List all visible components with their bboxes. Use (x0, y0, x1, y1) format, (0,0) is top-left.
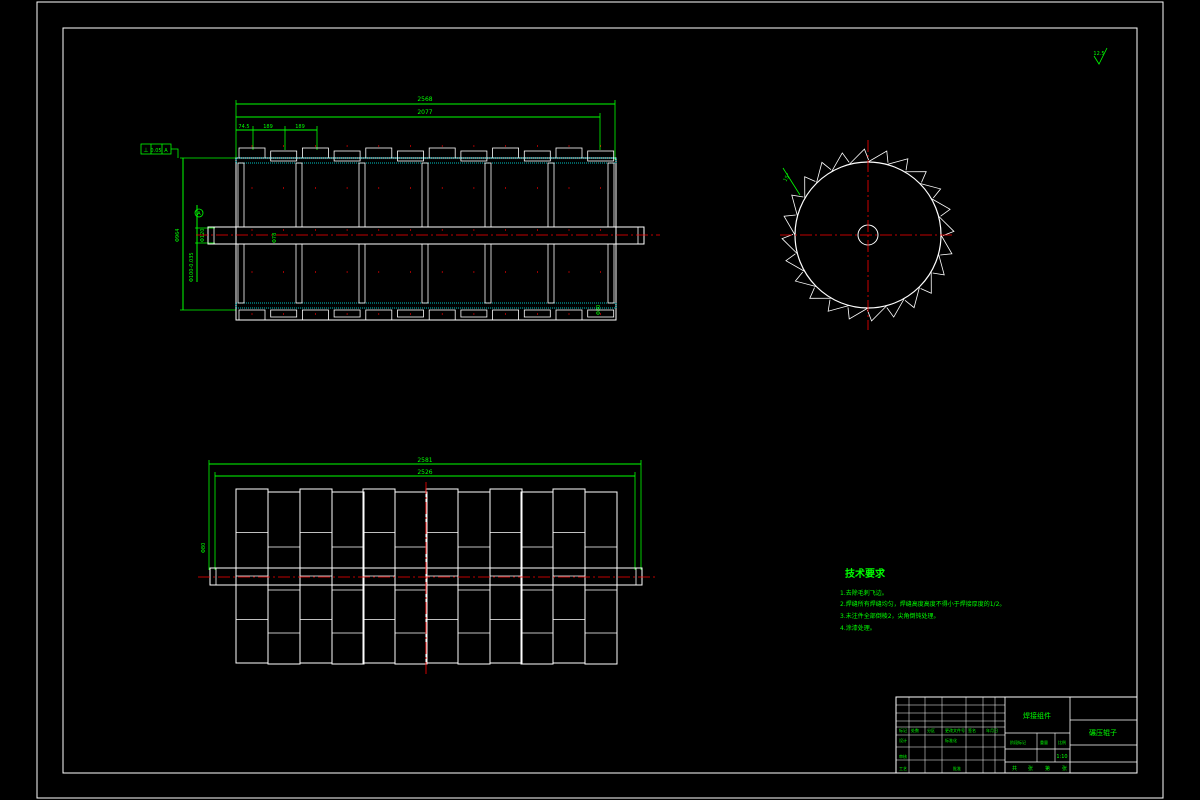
roughness-symbol: 12.5 (1093, 47, 1108, 65)
top-tooth (333, 150, 361, 162)
dim-a: 74.5 (238, 124, 249, 130)
block-column (267, 491, 301, 665)
top-tooth (587, 150, 615, 162)
title-bottom-1: 共 (1012, 765, 1017, 772)
tb-label-4: 签名 (968, 727, 976, 733)
dim-left-tall: Φ964 (175, 229, 181, 242)
dim-overall-length: 2568 (417, 96, 432, 103)
tb-label-3: 更改文件号 (945, 727, 965, 733)
tb-label-12: 重量 (1040, 739, 1048, 745)
tb-label-5: 年月日 (986, 727, 998, 733)
top-tooth (397, 150, 424, 162)
saw-tooth (867, 150, 889, 163)
tb-label-13: 比例 (1058, 739, 1066, 745)
title-block: 焊接组件 碾压辊子 1:10 共 张 第 张 标记 处数 分区 更改文件号 签名… (895, 696, 1138, 774)
top-tooth (270, 150, 298, 162)
dim-shaft-mid: Φ78 (272, 233, 278, 243)
dim-b: 189 (263, 124, 273, 130)
plate-upper (547, 162, 555, 228)
plate-upper (237, 162, 245, 228)
top-tooth (238, 147, 266, 159)
plate-lower (295, 243, 303, 304)
tb-label-7: 审核 (899, 753, 907, 759)
plate-lower (607, 243, 615, 304)
saw-tooth (783, 214, 796, 236)
saw-tooth (831, 152, 850, 172)
saw-tooth (886, 298, 905, 318)
top-tooth (555, 147, 583, 159)
dim-bottom-side: Φ80 (201, 543, 207, 553)
title-bottom-3: 第 (1045, 765, 1050, 772)
tech-item-3: 3.未注件全部倒棱2，尖角倒钝处理。 (840, 612, 940, 620)
top-tooth (301, 147, 329, 159)
tb-label-0: 标记 (899, 727, 907, 733)
plate-lower (421, 243, 429, 304)
svg-text:A: A (164, 148, 168, 154)
tech-requirements: 技术要求 1.去除毛刺飞边。 2.焊缝所有焊缝均匀，焊缝高度高度不得小于焊接厚度… (840, 567, 1005, 632)
block-column (520, 491, 554, 665)
tb-label-8: 工艺 (899, 766, 907, 771)
top-tooth (460, 150, 488, 162)
svg-text:A: A (197, 211, 201, 217)
saw-tooth (847, 307, 869, 320)
tech-item-4: 4.涂漆处理。 (840, 624, 876, 632)
tech-item-2: 2.焊缝所有焊缝均匀，焊缝高度高度不得小于焊接厚度的1/2。 (840, 600, 1005, 608)
title-material: 焊接组件 (1023, 711, 1051, 720)
saw-tooth (931, 198, 951, 217)
title-scale: 1:10 (1056, 754, 1067, 760)
block-column (457, 491, 491, 665)
side-view: 15° (780, 140, 955, 330)
tb-label-9: 标准化 (945, 737, 957, 743)
dim-c: 189 (295, 124, 305, 130)
tb-label-11: 阶段标记 (1010, 739, 1026, 745)
tb-label-6: 设计 (899, 737, 907, 743)
top-tooth (492, 147, 520, 159)
plate-lower (484, 243, 492, 304)
top-tooth (523, 150, 551, 162)
tb-label-1: 处数 (911, 727, 919, 733)
svg-text:⊥: ⊥ (143, 147, 148, 154)
svg-text:0.05: 0.05 (150, 148, 161, 154)
plate-upper (607, 162, 615, 228)
plate-upper (421, 162, 429, 228)
tech-item-1: 1.去除毛刺飞边。 (840, 589, 888, 597)
title-bottom-4: 张 (1062, 765, 1067, 772)
title-part-name: 碾压辊子 (1089, 728, 1117, 737)
block-column (394, 491, 428, 665)
plate-lower (547, 243, 555, 304)
plate-upper (295, 162, 303, 228)
svg-text:12.5: 12.5 (1093, 51, 1104, 57)
top-tooth (428, 147, 456, 159)
plate-upper (484, 162, 492, 228)
plate-upper (358, 162, 366, 228)
title-bottom-2: 张 (1028, 765, 1033, 772)
dim-left-shaft: Φ100-0.035 (189, 252, 195, 282)
block-column (331, 491, 365, 665)
saw-tooth (785, 253, 805, 272)
plate-lower (237, 243, 245, 304)
plate-lower (358, 243, 366, 304)
tolerance-frame: ⊥ 0.05 A (140, 143, 179, 158)
dim-inner-length: 2077 (417, 109, 432, 116)
saw-tooth (940, 234, 953, 256)
tb-label-2: 分区 (927, 727, 935, 733)
top-view: 2568 2077 74.5 189 189 ⊥ 0.05 A Φ964 Φ10… (140, 96, 660, 325)
block-column (584, 491, 618, 665)
dim-bottom-inner: 2526 (417, 469, 432, 476)
engineering-drawing: 2568 2077 74.5 189 189 ⊥ 0.05 A Φ964 Φ10… (36, 1, 1164, 799)
tb-label-10: 批准 (953, 765, 961, 771)
top-tooth (365, 147, 393, 159)
dim-bottom-overall: 2581 (417, 457, 432, 464)
tech-title: 技术要求 (845, 567, 886, 580)
bottom-view: 2581 2526 Φ80 (198, 457, 655, 675)
